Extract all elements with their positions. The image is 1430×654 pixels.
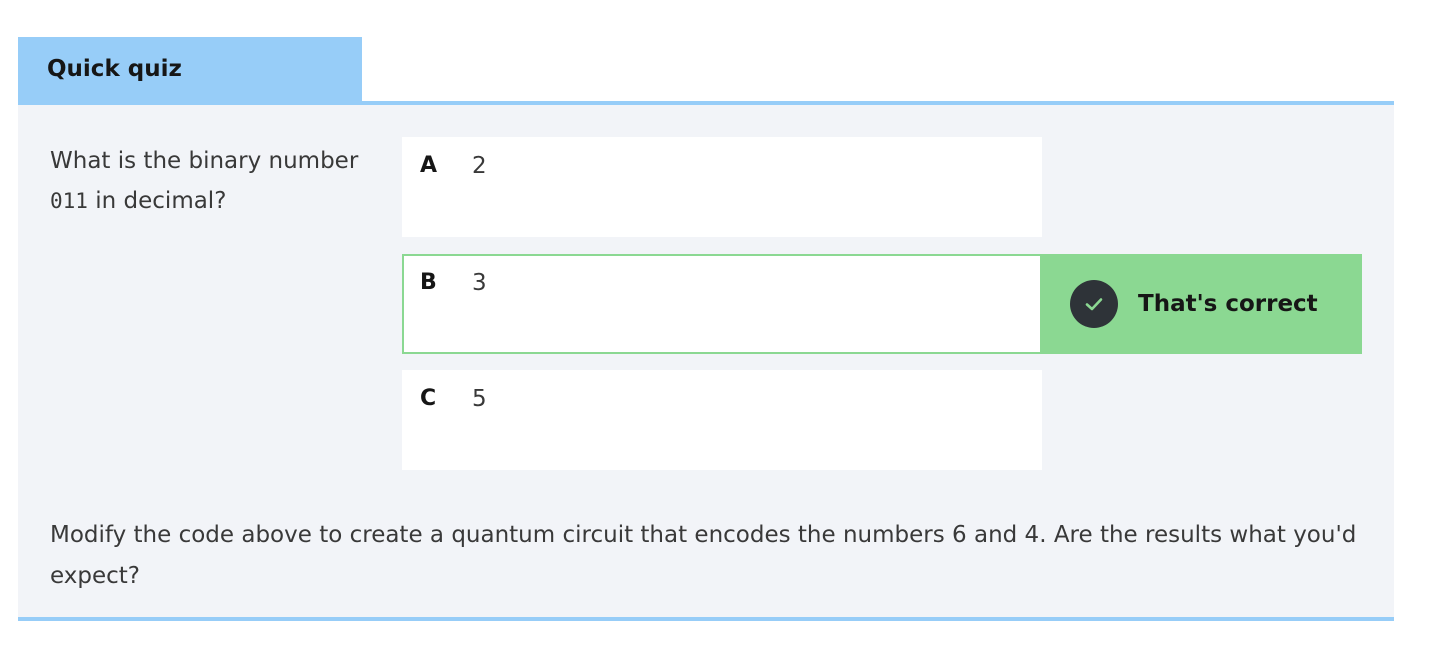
quiz-tab: Quick quiz [18, 37, 362, 101]
question-text: What is the binary number 011 in decimal… [50, 141, 380, 221]
option-a[interactable]: A 2 [402, 137, 1042, 237]
feedback-text: That's correct [1138, 291, 1318, 317]
question-code: 011 [50, 189, 88, 213]
correct-feedback: That's correct [1042, 254, 1362, 354]
option-a-letter: A [420, 153, 438, 178]
option-b-letter: B [420, 270, 437, 295]
quick-quiz: Quick quiz What is the binary number 011… [18, 37, 1394, 621]
quiz-tab-title: Quick quiz [47, 56, 182, 82]
option-c-letter: C [420, 386, 437, 411]
exercise-prompt: Modify the code above to create a quantu… [50, 522, 1357, 589]
option-b-answer: 3 [472, 270, 487, 296]
question-prefix: What is the binary number [50, 148, 359, 174]
question-suffix: in decimal? [87, 188, 227, 214]
check-circle-icon [1070, 280, 1118, 328]
option-a-answer: 2 [472, 153, 487, 179]
option-c[interactable]: C 5 [402, 370, 1042, 470]
option-b[interactable]: B 3 [402, 254, 1042, 354]
option-c-answer: 5 [472, 386, 487, 412]
quiz-body: What is the binary number 011 in decimal… [18, 101, 1394, 621]
